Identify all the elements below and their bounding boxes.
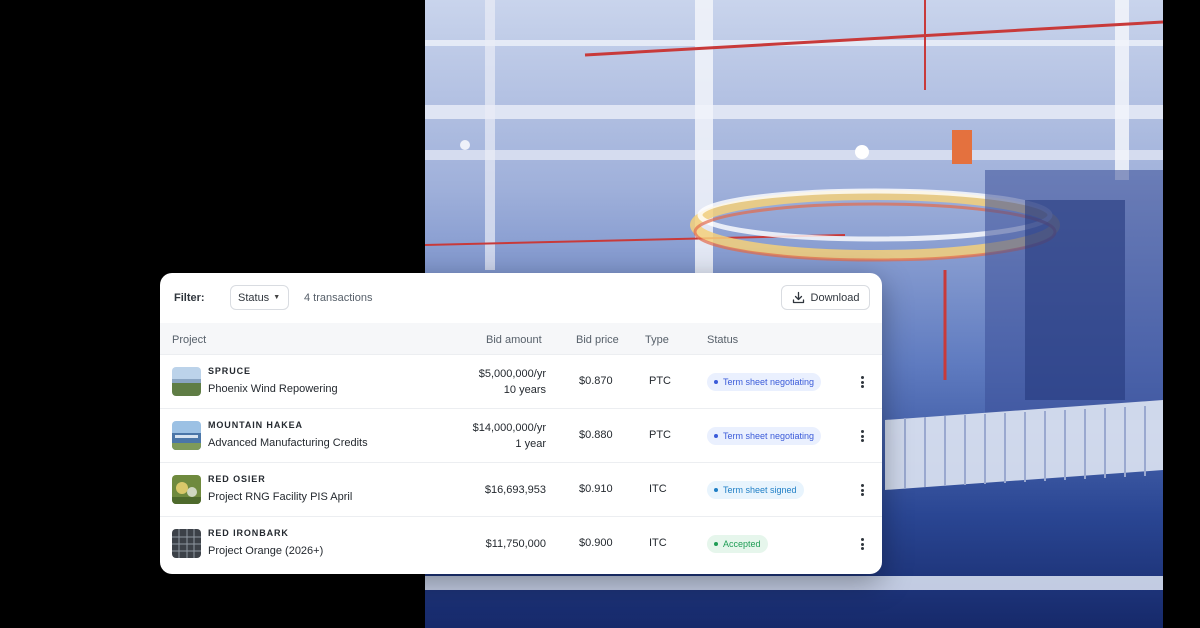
more-options-icon[interactable] (857, 535, 867, 553)
project-name: Project Orange (2026+) (208, 545, 324, 557)
status-badge: Term sheet negotiating (707, 427, 822, 445)
status-badge: Term sheet signed (707, 481, 804, 499)
status-badge: Term sheet negotiating (707, 373, 822, 391)
transaction-count: 4 transactions (304, 292, 373, 304)
column-header-bid-amount[interactable]: Bid amount (486, 334, 542, 346)
status-filter-label: Status (238, 291, 270, 304)
filter-label: Filter: (174, 292, 205, 304)
column-header-type[interactable]: Type (645, 334, 669, 346)
project-name: Advanced Manufacturing Credits (208, 437, 368, 449)
more-options-icon[interactable] (857, 373, 867, 391)
status-filter-dropdown[interactable]: Status ▼ (230, 285, 289, 310)
transactions-card: Filter: Status ▼ 4 transactions Download… (160, 273, 882, 574)
manufacturing-thumbnail (172, 421, 201, 450)
bid-amount-value: $5,000,000/yr (478, 368, 546, 380)
more-options-icon[interactable] (857, 427, 867, 445)
table-row[interactable]: RED IRONBARK Project Orange (2026+) $11,… (160, 517, 882, 571)
bid-price: $0.900 (579, 537, 613, 549)
bid-amount-value: $11,750,000 (485, 538, 546, 550)
table-row[interactable]: MOUNTAIN HAKEA Advanced Manufacturing Cr… (160, 409, 882, 463)
credit-type: ITC (649, 483, 667, 495)
table-header: Project Bid amount Bid price Type Status (160, 323, 882, 355)
table-row[interactable]: SPRUCE Phoenix Wind Repowering $5,000,00… (160, 355, 882, 409)
credit-type: ITC (649, 537, 667, 549)
bid-price: $0.880 (579, 429, 613, 441)
project-name: Phoenix Wind Repowering (208, 383, 338, 395)
caret-down-icon: ▼ (273, 294, 281, 301)
bid-amount-term: 1 year (515, 438, 546, 450)
table-toolbar: Filter: Status ▼ 4 transactions Download (160, 273, 882, 323)
column-header-status[interactable]: Status (707, 334, 738, 346)
wind-farm-thumbnail (172, 367, 201, 396)
project-code: RED OSIER (208, 474, 266, 484)
download-button[interactable]: Download (781, 285, 870, 310)
project-name: Project RNG Facility PIS April (208, 491, 353, 503)
project-code: RED IRONBARK (208, 528, 289, 538)
column-header-project[interactable]: Project (172, 334, 206, 346)
column-header-bid-price[interactable]: Bid price (576, 334, 619, 346)
bid-amount: $5,000,000/yr 10 years (479, 366, 546, 398)
rng-facility-thumbnail (172, 475, 201, 504)
credit-type: PTC (649, 375, 671, 387)
credit-type: PTC (649, 429, 671, 441)
download-label: Download (810, 291, 860, 304)
more-options-icon[interactable] (857, 481, 867, 499)
bid-amount: $16,693,953 (485, 482, 546, 498)
bid-amount-term: 10 years (503, 384, 546, 396)
bid-amount-value: $16,693,953 (484, 484, 546, 496)
download-icon (792, 291, 804, 304)
bid-price: $0.910 (579, 483, 613, 495)
project-code: MOUNTAIN HAKEA (208, 420, 303, 430)
bid-amount: $14,000,000/yr 1 year (473, 420, 546, 452)
bid-price: $0.870 (579, 375, 613, 387)
table-row[interactable]: RED OSIER Project RNG Facility PIS April… (160, 463, 882, 517)
project-code: SPRUCE (208, 366, 251, 376)
status-badge: Accepted (707, 535, 768, 553)
solar-panel-thumbnail (172, 529, 201, 558)
bid-amount-value: $14,000,000/yr (472, 422, 546, 434)
bid-amount: $11,750,000 (486, 536, 546, 552)
